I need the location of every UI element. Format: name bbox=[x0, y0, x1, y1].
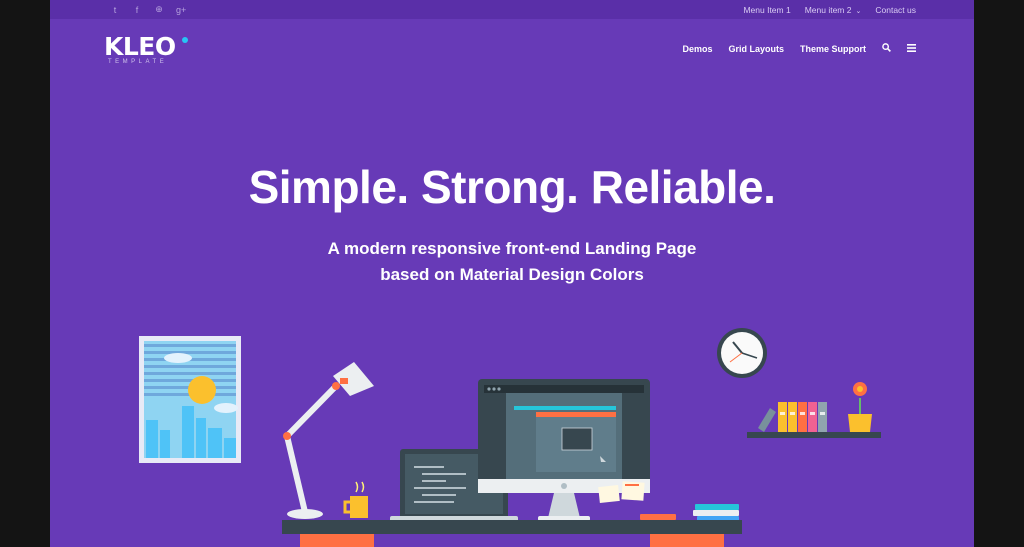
desk-lamp bbox=[283, 362, 374, 519]
book-stack bbox=[640, 504, 739, 522]
page-frame: t f ⊕ g+ Menu Item 1 Menu item 2 ⌄ Contac… bbox=[50, 0, 974, 547]
workspace-illustration bbox=[139, 328, 881, 547]
wall-clock bbox=[717, 328, 767, 378]
wall-shelf bbox=[747, 382, 881, 438]
coffee-mug bbox=[343, 481, 368, 518]
window-picture bbox=[139, 336, 241, 463]
desk bbox=[282, 520, 742, 547]
